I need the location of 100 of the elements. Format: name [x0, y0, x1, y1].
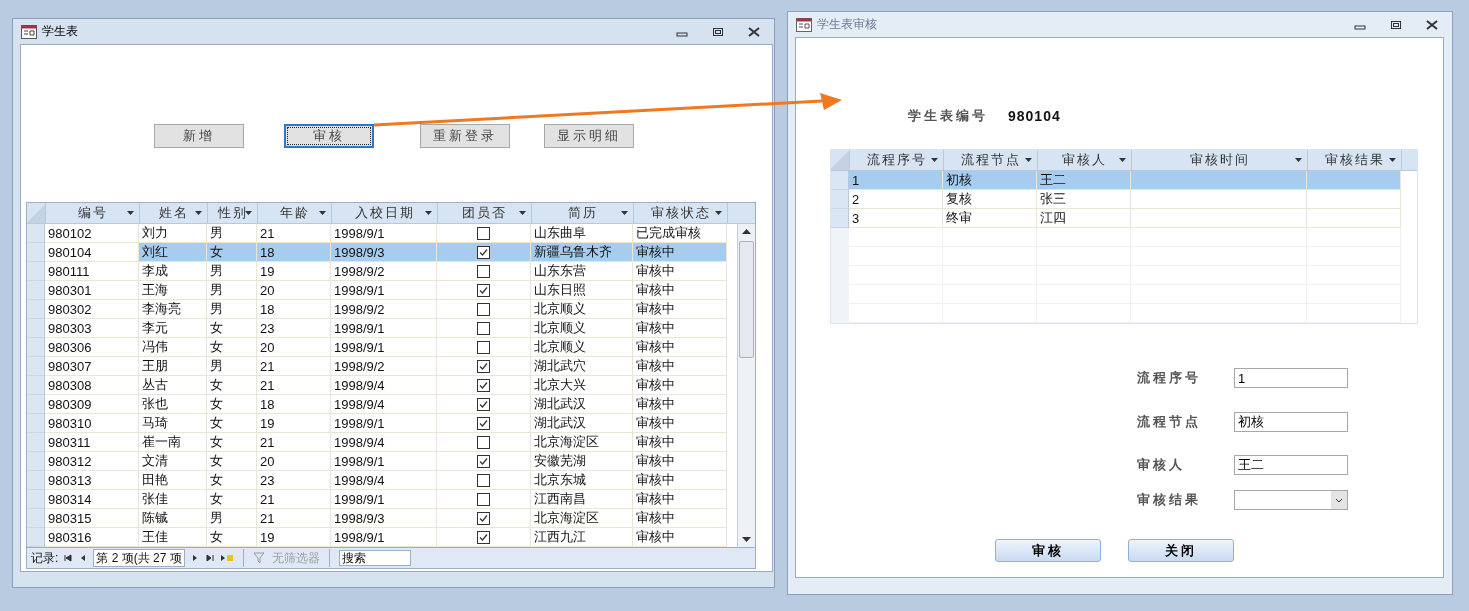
table-cell: 18	[260, 301, 275, 317]
table-row[interactable]: 980307 王朋 男 21 1998/9/2 湖北武穴 审核中	[27, 357, 736, 376]
new-record-icon[interactable]	[219, 553, 234, 563]
table-row[interactable]: 980313 田艳 女 23 1998/9/4 北京东城 审核中	[27, 471, 736, 490]
table-cell: 王佳	[142, 528, 168, 546]
table-cell: 北京海淀区	[534, 433, 599, 451]
dropdown-caret-icon[interactable]	[1119, 158, 1126, 162]
table-cell: 马琦	[142, 414, 168, 432]
table-row[interactable]: 980308 丛古 女 21 1998/9/4 北京大兴 审核中	[27, 376, 736, 395]
checkbox[interactable]	[477, 264, 490, 278]
dropdown-caret-icon[interactable]	[621, 211, 628, 215]
dropdown-caret-icon[interactable]	[319, 211, 326, 215]
checkbox[interactable]	[477, 226, 490, 240]
dropdown-caret-icon[interactable]	[425, 211, 432, 215]
table-row[interactable]: 980309 张也 女 18 1998/9/4 湖北武汉 审核中	[27, 395, 736, 414]
table-cell: 男	[210, 300, 223, 318]
table-cell: 1998/9/2	[334, 358, 385, 374]
dropdown-caret-icon[interactable]	[1025, 158, 1032, 162]
checkbox[interactable]	[477, 492, 490, 506]
column-header[interactable]: 简历	[567, 204, 598, 222]
table-cell: 1998/9/3	[334, 510, 385, 526]
dropdown-field[interactable]	[1234, 490, 1348, 510]
table-row[interactable]: 980310 马琦 女 19 1998/9/1 湖北武汉 审核中	[27, 414, 736, 433]
vertical-scrollbar[interactable]	[737, 224, 755, 547]
checkbox[interactable]	[477, 321, 490, 335]
table-cell: 21	[260, 358, 275, 374]
dropdown-caret-icon[interactable]	[195, 211, 202, 215]
table-row[interactable]: 980314 张佳 女 21 1998/9/1 江西南昌 审核中	[27, 490, 736, 509]
last-record-icon[interactable]	[204, 553, 215, 563]
checkbox[interactable]	[477, 416, 490, 430]
search-field[interactable]: 搜索	[338, 550, 411, 566]
column-header[interactable]: 审核人	[1062, 151, 1107, 169]
table-cell: 1998/9/4	[334, 377, 385, 393]
checkbox[interactable]	[477, 378, 490, 392]
text-field[interactable]: 1	[1234, 368, 1348, 388]
table-cell: 18	[260, 244, 275, 260]
column-header[interactable]: 编号	[77, 204, 108, 222]
table-cell: 男	[210, 281, 223, 299]
table-row[interactable]: 980104 刘红 女 18 1998/9/3 新疆乌鲁木齐 审核中	[27, 243, 736, 262]
table-row[interactable]: 980315 陈铖 男 21 1998/9/3 北京海淀区 审核中	[27, 509, 736, 528]
table-cell: 21	[260, 491, 275, 507]
window-title: 学生表	[42, 23, 78, 40]
table-row[interactable]: 980302 李海亮 男 18 1998/9/2 北京顺义 审核中	[27, 300, 736, 319]
checkbox[interactable]	[477, 245, 490, 259]
form-button[interactable]: 关闭	[1128, 539, 1234, 562]
table-cell: 江西九江	[534, 528, 586, 546]
checkbox[interactable]	[477, 511, 490, 525]
table-row[interactable]: 980312 文清 女 20 1998/9/1 安徽芜湖 审核中	[27, 452, 736, 471]
checkbox[interactable]	[477, 340, 490, 354]
restore-icon[interactable]	[712, 26, 724, 37]
dropdown-caret-icon[interactable]	[519, 211, 526, 215]
table-cell: 1998/9/1	[334, 225, 385, 241]
form-button[interactable]: 显示明细	[544, 124, 634, 148]
form-button[interactable]: 审核	[284, 124, 374, 148]
close-icon[interactable]	[748, 26, 760, 37]
column-header[interactable]: 流程序号	[866, 151, 927, 169]
column-header[interactable]: 年龄	[279, 204, 310, 222]
table-cell: 980313	[48, 472, 92, 488]
dropdown-caret-icon[interactable]	[715, 211, 722, 215]
column-header[interactable]: 姓名	[158, 204, 189, 222]
form-button[interactable]: 审核	[995, 539, 1101, 562]
dropdown-caret-icon[interactable]	[245, 211, 252, 215]
table-cell: 审核中	[636, 281, 675, 299]
checkbox[interactable]	[477, 283, 490, 297]
dropdown-caret-icon[interactable]	[127, 211, 134, 215]
table-cell: 18	[260, 396, 275, 412]
column-header[interactable]: 入校日期	[354, 204, 415, 222]
column-header[interactable]: 审核状态	[650, 204, 711, 222]
restore-icon[interactable]	[1390, 19, 1402, 30]
table-row[interactable]: 980301 王海 男 20 1998/9/1 山东日照 审核中	[27, 281, 736, 300]
table-row[interactable]: 980303 李元 女 23 1998/9/1 北京顺义 审核中	[27, 319, 736, 338]
table-row[interactable]: 980111 李成 男 19 1998/9/2 山东东营 审核中	[27, 262, 736, 281]
checkbox[interactable]	[477, 454, 490, 468]
checkbox[interactable]	[477, 397, 490, 411]
column-header[interactable]: 性别	[217, 204, 248, 222]
dropdown-caret-icon[interactable]	[1389, 158, 1396, 162]
form-button[interactable]: 新增	[154, 124, 244, 148]
table-row[interactable]: 980306 冯伟 女 20 1998/9/1 北京顺义 审核中	[27, 338, 736, 357]
form-icon	[796, 17, 812, 32]
column-header[interactable]: 团员否	[462, 204, 507, 222]
dropdown-caret-icon[interactable]	[1295, 158, 1302, 162]
checkbox[interactable]	[477, 302, 490, 316]
checkbox[interactable]	[477, 530, 490, 544]
scroll-thumb[interactable]	[739, 241, 754, 358]
record-position-field[interactable]: 第 2 项(共 27 项	[93, 549, 185, 567]
table-row[interactable]: 980311 崔一南 女 21 1998/9/4 北京海淀区 审核中	[27, 433, 736, 452]
checkbox[interactable]	[477, 473, 490, 487]
form-button[interactable]: 重新登录	[420, 124, 510, 148]
close-icon[interactable]	[1426, 19, 1438, 30]
table-row[interactable]: 2 复核 张三	[831, 190, 1417, 209]
checkbox[interactable]	[477, 435, 490, 449]
table-row[interactable]: 1 初核 王二	[831, 171, 1417, 190]
text-field[interactable]: 初核	[1234, 412, 1348, 432]
dropdown-caret-icon[interactable]	[931, 158, 938, 162]
column-header[interactable]: 审核结果	[1324, 151, 1385, 169]
checkbox[interactable]	[477, 359, 490, 373]
column-header[interactable]: 审核时间	[1189, 151, 1250, 169]
text-field[interactable]: 王二	[1234, 455, 1348, 475]
column-header[interactable]: 流程节点	[960, 151, 1021, 169]
first-record-icon[interactable]	[63, 553, 74, 563]
